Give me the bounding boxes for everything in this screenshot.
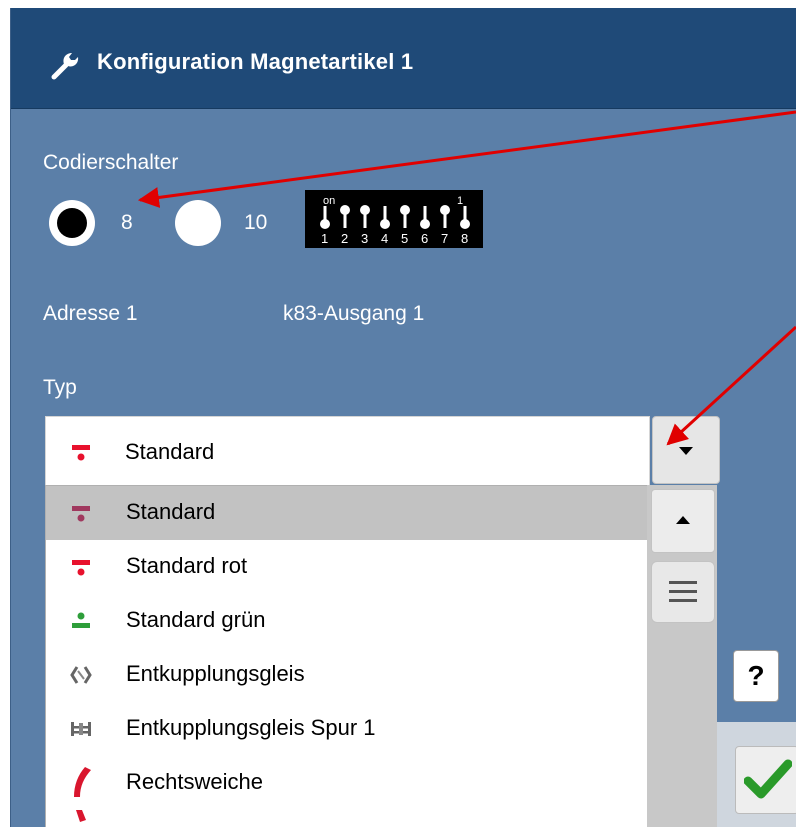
dip-number: 1 — [321, 231, 328, 246]
uncoupler-icon — [70, 666, 92, 684]
radio-8-selected-dot — [57, 208, 87, 238]
wrench-icon — [51, 53, 79, 80]
list-item-label: Standard — [126, 499, 216, 524]
radio-8-label: 8 — [121, 211, 133, 234]
typ-options-list[interactable]: Standard Standard rot Standard grün Entk… — [45, 485, 649, 827]
dip-knob — [380, 219, 390, 229]
dip-knob — [440, 205, 450, 215]
confirm-button[interactable] — [735, 746, 796, 814]
dip-switch-icon: on 1 12345678 — [305, 190, 483, 248]
dip-number: 2 — [341, 231, 348, 246]
dip-knob — [460, 219, 470, 229]
right-switch-icon — [74, 767, 91, 797]
radio-8[interactable] — [49, 200, 95, 246]
grip-line — [669, 581, 697, 584]
dip-number: 5 — [401, 231, 408, 246]
typ-select[interactable]: Standard — [45, 416, 650, 488]
dip-number: 4 — [381, 231, 388, 246]
list-item-label: Standard grün — [126, 607, 266, 632]
config-dialog: Konfiguration Magnetartikel 1 Codierscha… — [10, 8, 796, 827]
typ-select-value: Standard — [125, 439, 215, 464]
dip-number: 7 — [441, 231, 448, 246]
grip-line — [669, 599, 697, 602]
list-item-entkupplungsgleis-spur1[interactable]: Entkupplungsgleis Spur 1 — [46, 702, 648, 756]
dip-knob — [340, 205, 350, 215]
list-item-entkupplungsgleis[interactable]: Entkupplungsgleis — [46, 648, 648, 702]
check-icon — [744, 759, 792, 799]
dip-number: 3 — [361, 231, 368, 246]
chevron-up-icon — [676, 516, 690, 524]
typ-dropdown-button[interactable] — [652, 416, 720, 484]
grip-line — [669, 590, 697, 593]
list-item-label: Standard rot — [126, 553, 248, 578]
list-item-label: Rechtsweiche — [126, 769, 263, 794]
list-item-standard[interactable]: Standard — [46, 486, 648, 540]
dip-knob — [360, 205, 370, 215]
address-label: Adresse 1 — [43, 302, 138, 325]
list-item-rechtsweiche[interactable]: Rechtsweiche — [46, 756, 648, 810]
uncoupler-track-icon — [71, 722, 91, 736]
list-item-standard-rot[interactable]: Standard rot — [46, 540, 648, 594]
dip-knob — [400, 205, 410, 215]
dip-number: 8 — [461, 231, 468, 246]
codierschalter-label: Codierschalter — [43, 151, 179, 174]
typ-label: Typ — [43, 376, 77, 399]
dialog-title: Konfiguration Magnetartikel 1 — [97, 49, 414, 74]
dip-on-label: on — [323, 195, 335, 207]
list-item-label: Entkupplungsgleis — [126, 661, 305, 686]
dialog-header: Konfiguration Magnetartikel 1 — [11, 8, 796, 109]
signal-red-icon — [72, 560, 90, 576]
output-label: k83-Ausgang 1 — [283, 302, 425, 325]
scroll-up-button[interactable] — [651, 489, 715, 553]
scroll-thumb[interactable] — [651, 561, 715, 623]
list-scrollbar[interactable] — [647, 485, 717, 827]
signal-red-icon — [72, 445, 90, 461]
dip-top-label: 1 — [457, 195, 463, 207]
radio-10[interactable] — [175, 200, 221, 246]
chevron-down-icon — [679, 447, 693, 455]
list-item-partial[interactable] — [46, 810, 648, 827]
radio-10-label: 10 — [244, 211, 268, 234]
dip-knob — [320, 219, 330, 229]
list-item-label: Entkupplungsgleis Spur 1 — [126, 715, 376, 740]
help-button[interactable]: ? — [733, 650, 779, 702]
left-switch-icon — [76, 810, 86, 822]
signal-green-icon — [72, 612, 90, 628]
dip-knob — [420, 219, 430, 229]
list-item-standard-gruen[interactable]: Standard grün — [46, 594, 648, 648]
dip-number: 6 — [421, 231, 428, 246]
signal-red-icon — [72, 506, 90, 522]
